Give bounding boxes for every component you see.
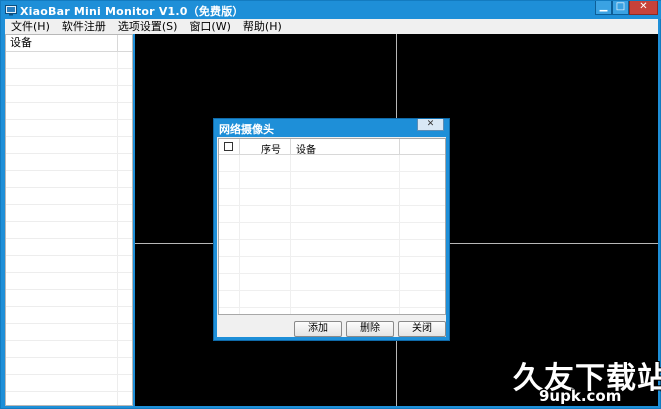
select-all-checkbox[interactable] [224, 142, 233, 151]
device-list-scrollbar[interactable] [132, 35, 133, 405]
dialog-body: 序号 设备 添加 删除 关闭 [217, 137, 446, 337]
watermark-url-text: 9upk.com [539, 387, 622, 405]
row-divider [290, 155, 291, 314]
camera-list-header: 序号 设备 [219, 139, 445, 156]
camera-list[interactable]: 序号 设备 [218, 138, 446, 315]
dialog-title: 网络摄像头 [219, 123, 274, 136]
watermark: 久友下载站 9upk.com [501, 353, 661, 409]
window-close-button[interactable]: ✕ [629, 1, 658, 15]
device-list-rows[interactable] [6, 52, 132, 405]
menu-register[interactable]: 软件注册 [56, 19, 112, 34]
device-list[interactable]: 设备 [5, 34, 133, 406]
app-icon [5, 5, 17, 16]
menu-options[interactable]: 选项设置(S) [112, 19, 184, 34]
column-index-label[interactable]: 序号 [261, 141, 281, 156]
column-divider[interactable] [239, 139, 240, 155]
dialog-close-icon[interactable]: ✕ [417, 119, 444, 131]
menu-help[interactable]: 帮助(H) [237, 19, 288, 34]
add-button[interactable]: 添加 [294, 321, 342, 337]
column-device-label[interactable]: 设备 [296, 141, 316, 156]
menu-file[interactable]: 文件(H) [5, 19, 56, 34]
main-window: XiaoBar Mini Monitor V1.0（免费版） ▁ □ ✕ 文件(… [0, 0, 661, 409]
menu-window[interactable]: 窗口(W) [183, 19, 236, 34]
minimize-button[interactable]: ▁ [595, 1, 612, 15]
title-bar[interactable]: XiaoBar Mini Monitor V1.0（免费版） ▁ □ ✕ [1, 1, 661, 19]
row-divider [399, 155, 400, 314]
device-column-label: 设备 [10, 36, 32, 49]
close-button[interactable]: 关闭 [398, 321, 446, 337]
device-list-header[interactable]: 设备 [6, 35, 132, 52]
row-divider [239, 155, 240, 314]
column-divider[interactable] [290, 139, 291, 155]
network-camera-dialog: 网络摄像头 ✕ 序号 设备 添加 删除 关闭 [213, 118, 450, 341]
column-divider[interactable] [399, 139, 400, 155]
delete-button[interactable]: 删除 [346, 321, 394, 337]
maximize-button[interactable]: □ [612, 1, 629, 15]
camera-list-rows[interactable] [219, 155, 445, 314]
menu-bar: 文件(H) 软件注册 选项设置(S) 窗口(W) 帮助(H) [5, 19, 658, 34]
window-title: XiaoBar Mini Monitor V1.0（免费版） [20, 5, 244, 18]
